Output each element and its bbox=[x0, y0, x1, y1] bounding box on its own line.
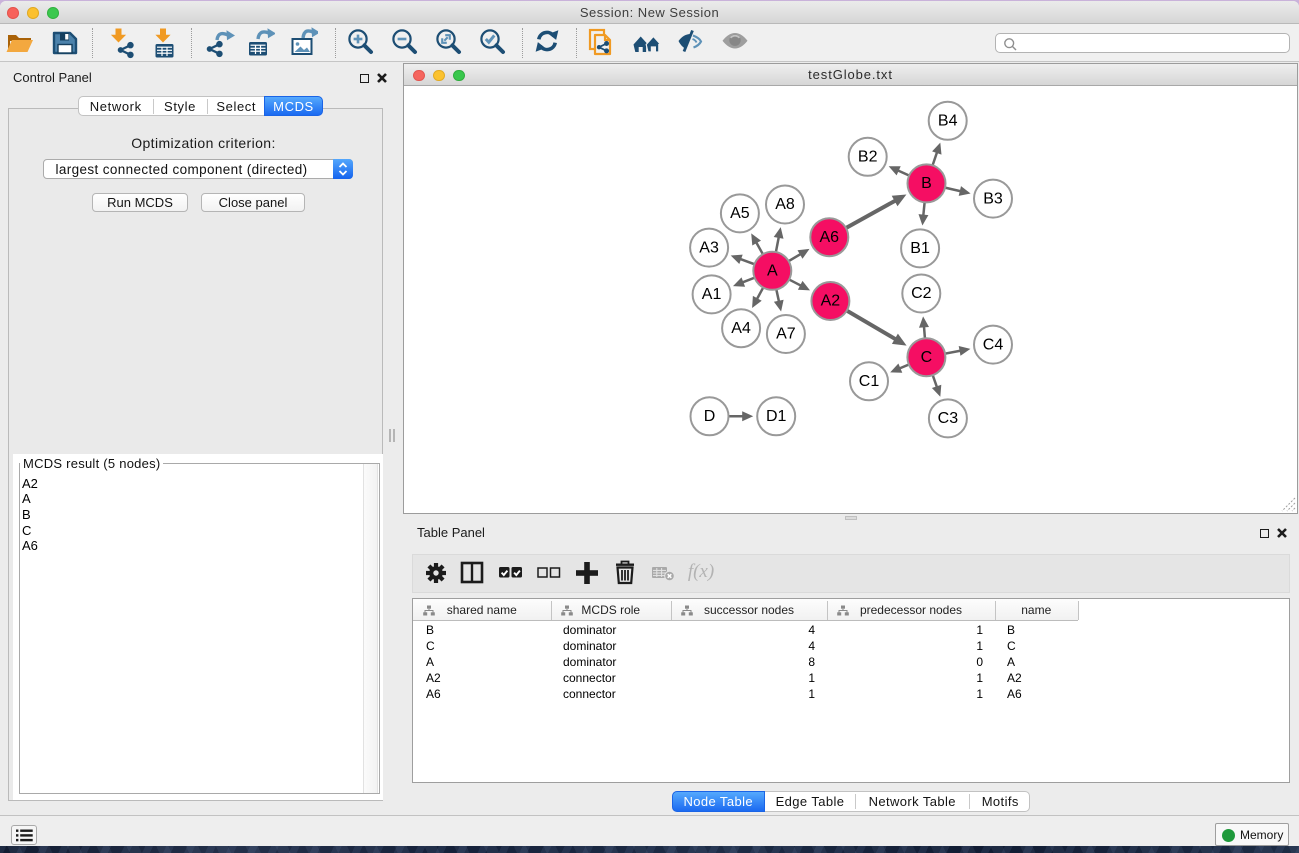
svg-text:A: A bbox=[767, 263, 778, 280]
svg-text:A3: A3 bbox=[699, 239, 719, 256]
svg-text:C2: C2 bbox=[911, 285, 932, 302]
svg-text:B1: B1 bbox=[910, 240, 930, 257]
svg-text:A7: A7 bbox=[776, 326, 796, 343]
svg-text:B4: B4 bbox=[938, 113, 958, 130]
svg-text:D1: D1 bbox=[766, 408, 787, 425]
svg-text:C1: C1 bbox=[859, 373, 880, 390]
svg-text:A6: A6 bbox=[820, 229, 840, 246]
svg-text:B2: B2 bbox=[858, 149, 878, 166]
svg-text:A4: A4 bbox=[731, 320, 751, 337]
svg-text:A8: A8 bbox=[775, 196, 795, 213]
svg-text:C4: C4 bbox=[983, 336, 1004, 353]
svg-text:A5: A5 bbox=[730, 205, 750, 222]
svg-text:B: B bbox=[921, 175, 932, 192]
svg-text:C3: C3 bbox=[938, 410, 959, 427]
svg-text:C: C bbox=[921, 349, 933, 366]
svg-text:A2: A2 bbox=[821, 293, 841, 310]
svg-text:A1: A1 bbox=[702, 286, 722, 303]
svg-text:B3: B3 bbox=[983, 190, 1003, 207]
svg-text:D: D bbox=[704, 408, 716, 425]
